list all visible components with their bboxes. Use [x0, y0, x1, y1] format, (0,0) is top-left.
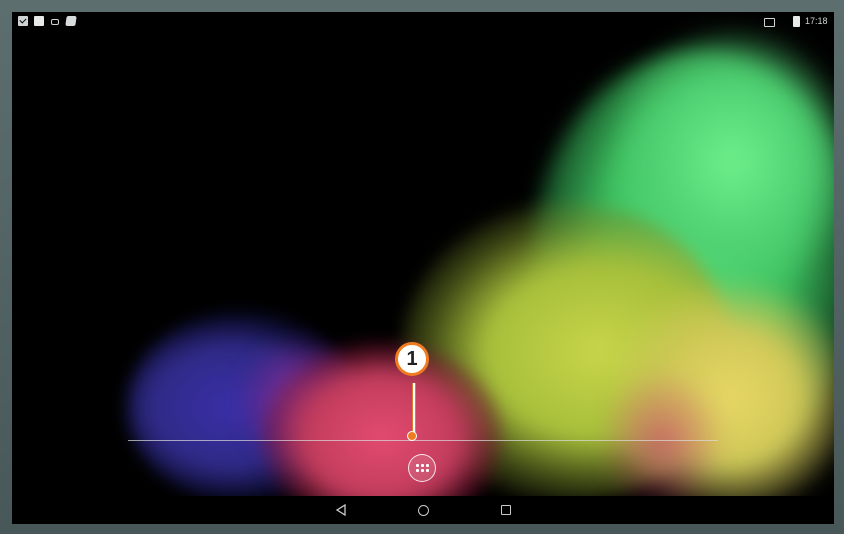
tablet-screen: 17:18 — [12, 12, 834, 524]
app-drawer-grid-icon — [415, 464, 429, 472]
home-icon — [417, 504, 429, 516]
status-bar[interactable]: 17:18 — [12, 12, 834, 34]
square-notification-icon — [34, 16, 44, 26]
dock-divider — [128, 440, 718, 441]
note-icon — [65, 16, 77, 26]
navigation-bar — [12, 496, 834, 524]
callout-badge: 1 — [395, 342, 429, 376]
back-icon — [335, 504, 346, 516]
callout-pointer-dot — [407, 431, 417, 441]
callout-pointer-line — [412, 383, 416, 435]
wallpaper — [12, 12, 834, 524]
usb-icon — [50, 16, 60, 26]
status-clock: 17:18 — [805, 16, 828, 26]
recents-button[interactable] — [497, 501, 515, 519]
app-drawer-button[interactable] — [408, 454, 436, 482]
battery-icon — [793, 16, 800, 27]
cast-icon — [764, 18, 775, 27]
checkbox-notification-icon — [18, 16, 28, 26]
home-button[interactable] — [414, 501, 432, 519]
recents-icon — [501, 505, 511, 515]
back-button[interactable] — [332, 501, 350, 519]
